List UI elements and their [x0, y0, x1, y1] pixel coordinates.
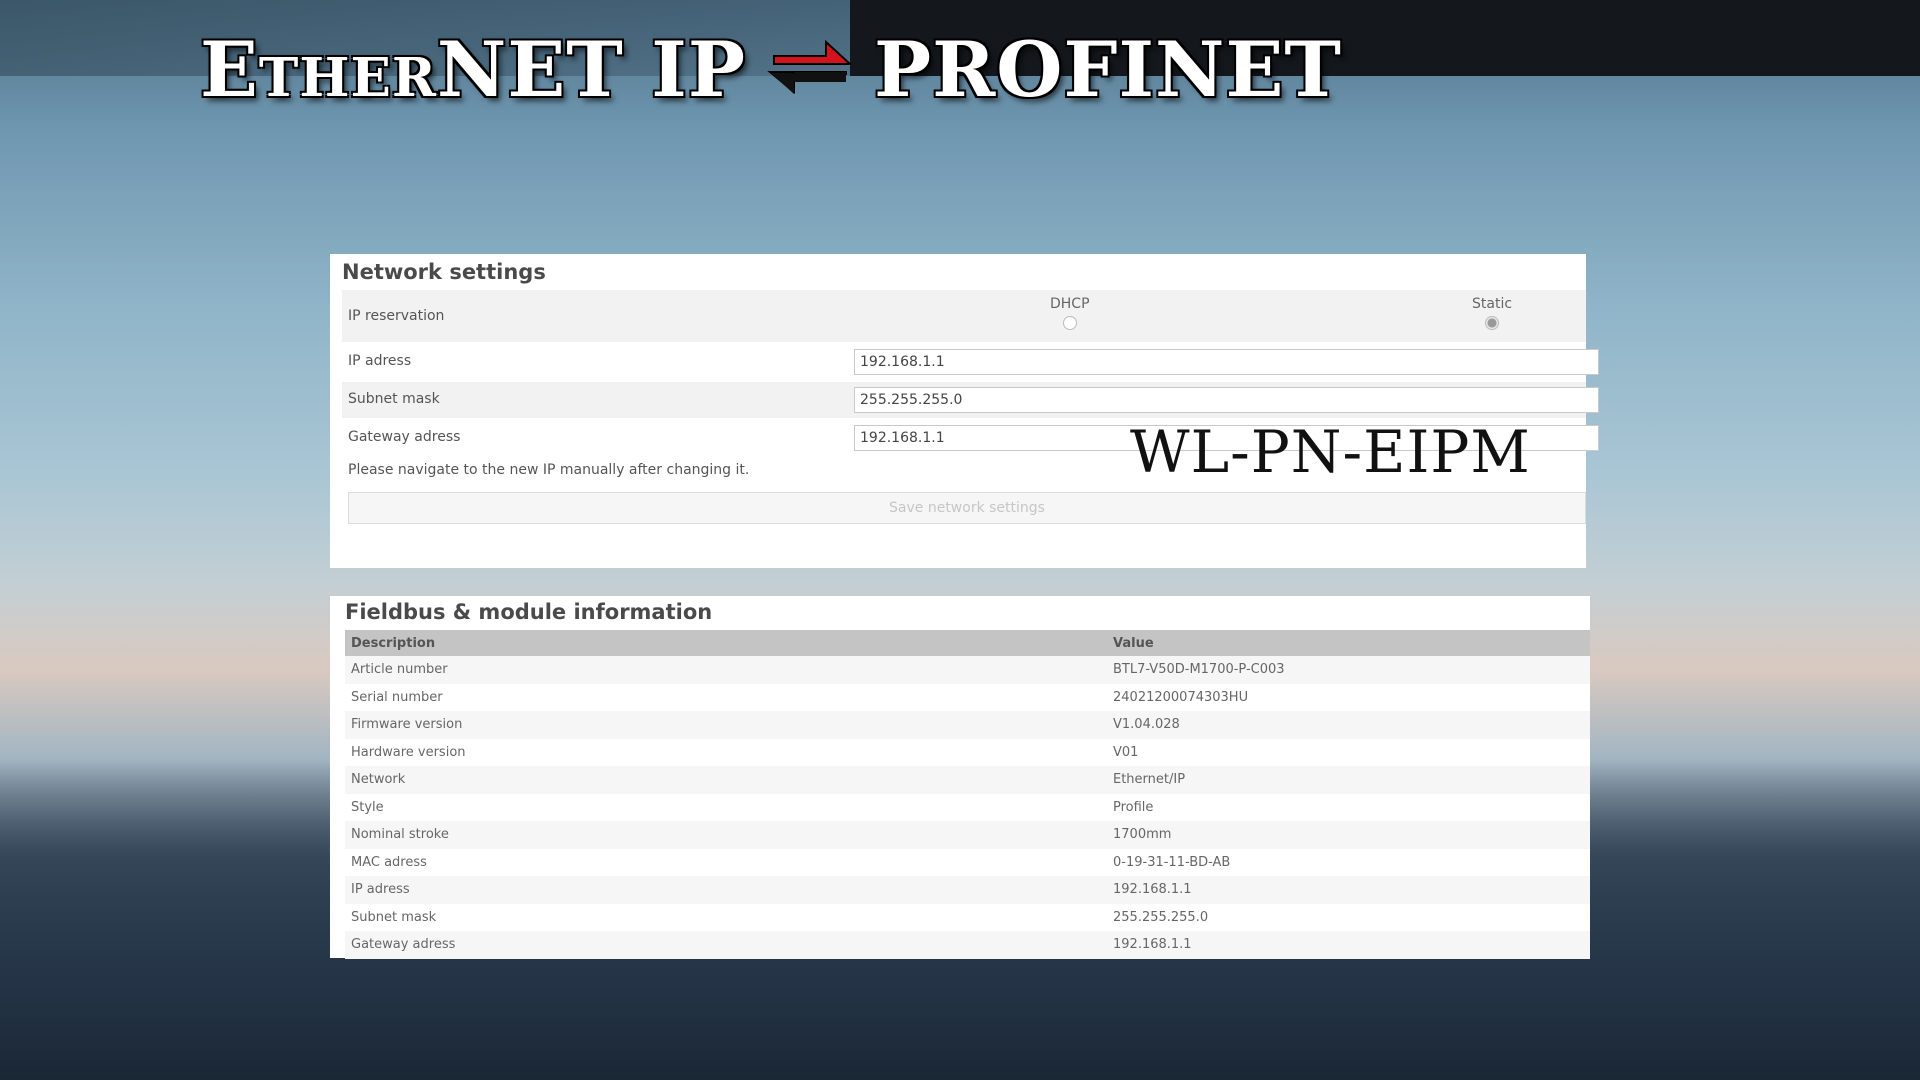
row-description: Nominal stroke — [345, 821, 1107, 849]
dhcp-option[interactable]: DHCP — [1050, 296, 1090, 330]
row-value: V01 — [1107, 738, 1590, 766]
table-row: IP adress 192.168.1.1 — [345, 876, 1590, 904]
banner-title: EtherNET IP PROFINET — [200, 24, 1342, 114]
subnet-mask-label: Subnet mask — [348, 391, 440, 407]
table-row: Serial number 24021200074303HU — [345, 683, 1590, 711]
table-row: Firmware version V1.04.028 — [345, 711, 1590, 739]
fieldbus-table: Description Value Article number BTL7-V50… — [345, 630, 1590, 959]
save-network-settings-button[interactable]: Save network settings — [348, 492, 1586, 524]
table-row: MAC adress 0-19-31-11-BD-AB — [345, 848, 1590, 876]
table-row: Network Ethernet/IP — [345, 766, 1590, 794]
navigate-note: Please navigate to the new IP manually a… — [348, 462, 750, 478]
description-header: Description — [345, 630, 1107, 656]
row-value: Profile — [1107, 793, 1590, 821]
table-row: Hardware version V01 — [345, 738, 1590, 766]
static-label: Static — [1472, 296, 1513, 312]
table-header-row: Description Value — [345, 630, 1590, 656]
row-value: 24021200074303HU — [1107, 683, 1590, 711]
static-option[interactable]: Static — [1472, 296, 1512, 330]
row-value: Ethernet/IP — [1107, 766, 1590, 794]
row-description: Subnet mask — [345, 903, 1107, 931]
row-description: Article number — [345, 656, 1107, 684]
ip-reservation-label: IP reservation — [348, 308, 445, 324]
ip-reservation-row: IP reservation DHCP Static — [342, 290, 1586, 342]
network-settings-title: Network settings — [342, 260, 546, 284]
row-value: V1.04.028 — [1107, 711, 1590, 739]
ip-address-label: IP adress — [348, 353, 412, 369]
static-radio[interactable] — [1485, 316, 1500, 330]
value-header: Value — [1107, 630, 1590, 656]
row-value: 192.168.1.1 — [1107, 876, 1590, 904]
row-description: IP adress — [345, 876, 1107, 904]
row-description: Style — [345, 793, 1107, 821]
dhcp-label: DHCP — [1050, 296, 1090, 312]
table-row: Subnet mask 255.255.255.0 — [345, 903, 1590, 931]
fieldbus-title: Fieldbus & module information — [345, 600, 713, 624]
ip-address-input[interactable] — [854, 349, 1599, 375]
row-value: BTL7-V50D-M1700-P-C003 — [1107, 656, 1590, 684]
banner-title-right: PROFINET — [874, 24, 1342, 114]
row-value: 255.255.255.0 — [1107, 903, 1590, 931]
row-description: Firmware version — [345, 711, 1107, 739]
subnet-mask-input[interactable] — [854, 387, 1599, 413]
table-row: Article number BTL7-V50D-M1700-P-C003 — [345, 656, 1590, 684]
ip-address-row: IP adress — [342, 344, 1599, 380]
table-row: Style Profile — [345, 793, 1590, 821]
banner-title-left: EtherNET IP — [200, 24, 746, 114]
gateway-address-label: Gateway adress — [348, 429, 461, 445]
row-value: 0-19-31-11-BD-AB — [1107, 848, 1590, 876]
row-value: 1700mm — [1107, 821, 1590, 849]
row-description: Serial number — [345, 683, 1107, 711]
fieldbus-panel: Fieldbus & module information Descriptio… — [330, 596, 1590, 959]
row-description: Gateway adress — [345, 931, 1107, 959]
dhcp-radio[interactable] — [1062, 316, 1077, 330]
swap-arrows-icon — [767, 39, 853, 95]
row-description: MAC adress — [345, 848, 1107, 876]
row-description: Network — [345, 766, 1107, 794]
table-row: Nominal stroke 1700mm — [345, 821, 1590, 849]
row-description: Hardware version — [345, 738, 1107, 766]
subnet-mask-row: Subnet mask — [342, 382, 1599, 418]
product-name: WL-PN-EIPM — [1130, 418, 1531, 486]
row-value: 192.168.1.1 — [1107, 931, 1590, 959]
network-settings-panel: Network settings IP reservation DHCP Sta… — [330, 254, 1599, 568]
table-row: Gateway adress 192.168.1.1 — [345, 931, 1590, 959]
